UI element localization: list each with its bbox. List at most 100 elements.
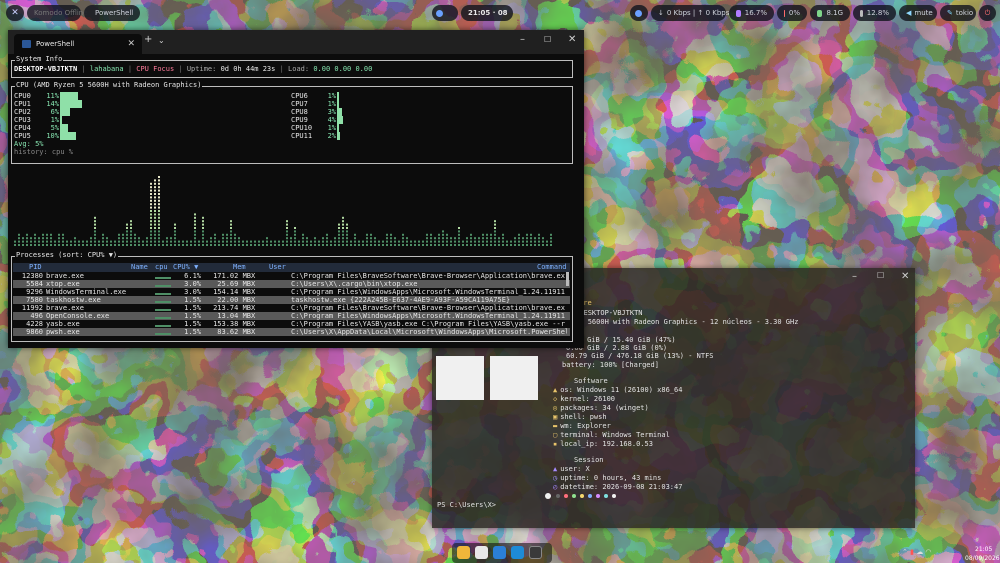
theme-widget[interactable]: ✎ tokio: [940, 5, 976, 21]
new-tab-button[interactable]: +: [144, 34, 152, 45]
calendar-app-icon[interactable]: [475, 546, 488, 559]
cell-mem: 83.62 MB: [217, 328, 251, 336]
col-user[interactable]: User: [269, 263, 289, 271]
tab-powershell[interactable]: PowerShell ✕: [14, 34, 142, 54]
cpu-core-bar: [337, 116, 344, 124]
network-widget[interactable]: ↓ 0 Kbps | ↑ 0 Kbps: [651, 5, 729, 21]
cpu-core-value: 4%: [327, 116, 336, 124]
cpu-core-value: 11%: [46, 92, 59, 100]
cell-cpu-percent: 3.0%: [184, 288, 201, 296]
cpu-core-name: CPU5: [14, 132, 31, 140]
col-pid[interactable]: PID: [29, 263, 45, 271]
cpu-core-bar: [337, 100, 339, 108]
clock[interactable]: 21:05 · 08: [461, 5, 513, 21]
minimize-button[interactable]: –: [520, 34, 525, 45]
powershell-icon: [22, 40, 31, 48]
uptime-value: 0d 0h 44m 23s: [220, 65, 276, 73]
wifi-icon: ◠: [925, 548, 932, 556]
table-row[interactable]: 4228 yasb.exe 1.5% 153.38 MB X C:\Program Fil…: [13, 320, 570, 328]
start-button[interactable]: ✕: [6, 5, 24, 21]
power-button[interactable]: ⏻: [979, 5, 996, 21]
table-row[interactable]: 5584 xtop.exe 3.0% 25.69 MB X C:\Users\X\.car…: [13, 280, 570, 288]
cpu-widget[interactable]: 16.7%: [729, 5, 774, 21]
ff-os: ▲ os: Windows 11 (26100) x86_64: [553, 386, 683, 394]
workspace-indicator[interactable]: [432, 5, 458, 21]
col-mem[interactable]: Mem: [233, 263, 251, 271]
table-row[interactable]: 7580 taskhostw.exe 1.5% 22.00 MB Xtaskhostw.…: [13, 296, 570, 304]
volume-widget[interactable]: ◀ mute: [899, 5, 937, 21]
calendar-icon: ◴: [553, 483, 558, 491]
cell-pid: 7580: [26, 296, 43, 304]
cell-cpu-percent: 1.5%: [184, 320, 201, 328]
col-cpu-percent[interactable]: CPU% ▼: [173, 263, 203, 271]
cpu-core-bar: [60, 132, 76, 140]
file-explorer-icon[interactable]: [457, 546, 470, 559]
cell-mem: 213.74 MB: [213, 304, 251, 312]
cpu-core-name: CPU11: [291, 132, 313, 140]
table-row[interactable]: 496 OpenConsole.exe 1.5% 13.04 MB X C:\Progra…: [13, 312, 570, 320]
cpu-core-name: CPU9: [291, 116, 308, 124]
memory-widget[interactable]: 8.1G: [810, 5, 850, 21]
minimize-button[interactable]: –: [852, 271, 857, 282]
table-row[interactable]: 11992 brave.exe 1.5% 213.74 MB X C:\Program F…: [13, 304, 570, 312]
col-cpu-spark[interactable]: cpu: [155, 263, 171, 271]
cpu-core-name: CPU7: [291, 100, 308, 108]
weather-widget[interactable]: [630, 5, 648, 21]
cell-user: X: [251, 288, 256, 296]
tray-icons[interactable]: ⌃ ▮ ☁ ◠: [902, 548, 962, 558]
hostname: DESKTOP-VBJTKTN: [14, 65, 78, 73]
disk-widget[interactable]: 12.8%: [853, 5, 896, 21]
terminal-app-icon[interactable]: [529, 546, 542, 559]
cpu-core-value: 3%: [327, 108, 336, 116]
cell-cpu-percent: 1.5%: [184, 312, 201, 320]
cpu-core-value: 2%: [327, 132, 336, 140]
cell-cpu-percent: 6.1%: [184, 272, 201, 280]
powershell-window[interactable]: PowerShell ✕ + ⌄ – ☐ ✕ System Info DESKT…: [8, 30, 584, 348]
cell-pid: 4228: [26, 320, 43, 328]
drop-icon: [635, 9, 642, 17]
scrollbar[interactable]: [566, 272, 569, 286]
cell-pid: 11992: [21, 304, 43, 312]
close-button[interactable]: ✕: [568, 34, 576, 45]
memory-icon: [817, 9, 823, 17]
table-row[interactable]: 9860 pwsh.exe 1.5% 83.62 MB X C:\Users\X\AppD…: [13, 328, 570, 336]
close-button[interactable]: ✕: [901, 271, 909, 282]
power-icon: ⏻: [984, 8, 991, 17]
topbar-app-powershell[interactable]: PowerShell: [84, 5, 140, 21]
processes-title: Processes (sort: CPU% ▼): [15, 251, 119, 259]
ff-datetime: ◴ datetime: 2026-09-08 21:03:47: [553, 483, 683, 491]
tray-date[interactable]: 08/09/2026: [965, 555, 1000, 562]
cpu-core-name: CPU2: [14, 108, 31, 116]
color-dot: [612, 494, 616, 498]
cell-name: pwsh.exe: [46, 328, 80, 336]
ff-session-header: Session: [574, 456, 604, 464]
cpu-core-value: 5%: [50, 124, 59, 132]
table-row[interactable]: 9296 WindowsTerminal.exe 3.0% 154.14 MB X C:\…: [13, 288, 570, 296]
col-command[interactable]: Command: [537, 263, 569, 271]
dropdown-button[interactable]: ⌄: [158, 36, 165, 45]
vscode-blue-icon[interactable]: [493, 546, 506, 559]
tray-time[interactable]: 21:05: [975, 546, 992, 553]
cell-cpu-percent: 1.5%: [184, 328, 201, 336]
maximize-button[interactable]: ☐: [877, 271, 884, 280]
focus-mode: CPU Focus: [136, 65, 175, 73]
cpu-sparkline: [155, 333, 171, 335]
maximize-button[interactable]: ☐: [544, 35, 551, 44]
ff-packages: ◎ packages: 34 (winget): [553, 404, 649, 412]
col-name[interactable]: Name: [131, 263, 151, 271]
cpu-sparkline: [155, 277, 171, 279]
cell-user: X: [251, 272, 256, 280]
table-row[interactable]: 12380 brave.exe 6.1% 171.02 MB X C:\Program F…: [13, 272, 570, 280]
vscode-icon[interactable]: [511, 546, 524, 559]
battery-icon: ▮: [910, 548, 914, 556]
titlebar[interactable]: PowerShell ✕ + ⌄ – ☐ ✕: [8, 30, 584, 54]
close-tab-icon[interactable]: ✕: [127, 39, 135, 49]
color-dot: [604, 494, 608, 498]
cell-user: X: [251, 296, 256, 304]
prompt[interactable]: PS C:\Users\X>: [437, 501, 496, 510]
clock-icon: ◷: [553, 474, 558, 482]
ff-uptime: ◷ uptime: 0 hours, 43 mins: [553, 474, 662, 482]
gpu-widget[interactable]: 0%: [777, 5, 807, 21]
topbar-app-komodo[interactable]: Komodo Offline: [27, 5, 88, 21]
processes-header: PID Name cpu CPU% ▼ Mem User Command: [13, 263, 570, 272]
